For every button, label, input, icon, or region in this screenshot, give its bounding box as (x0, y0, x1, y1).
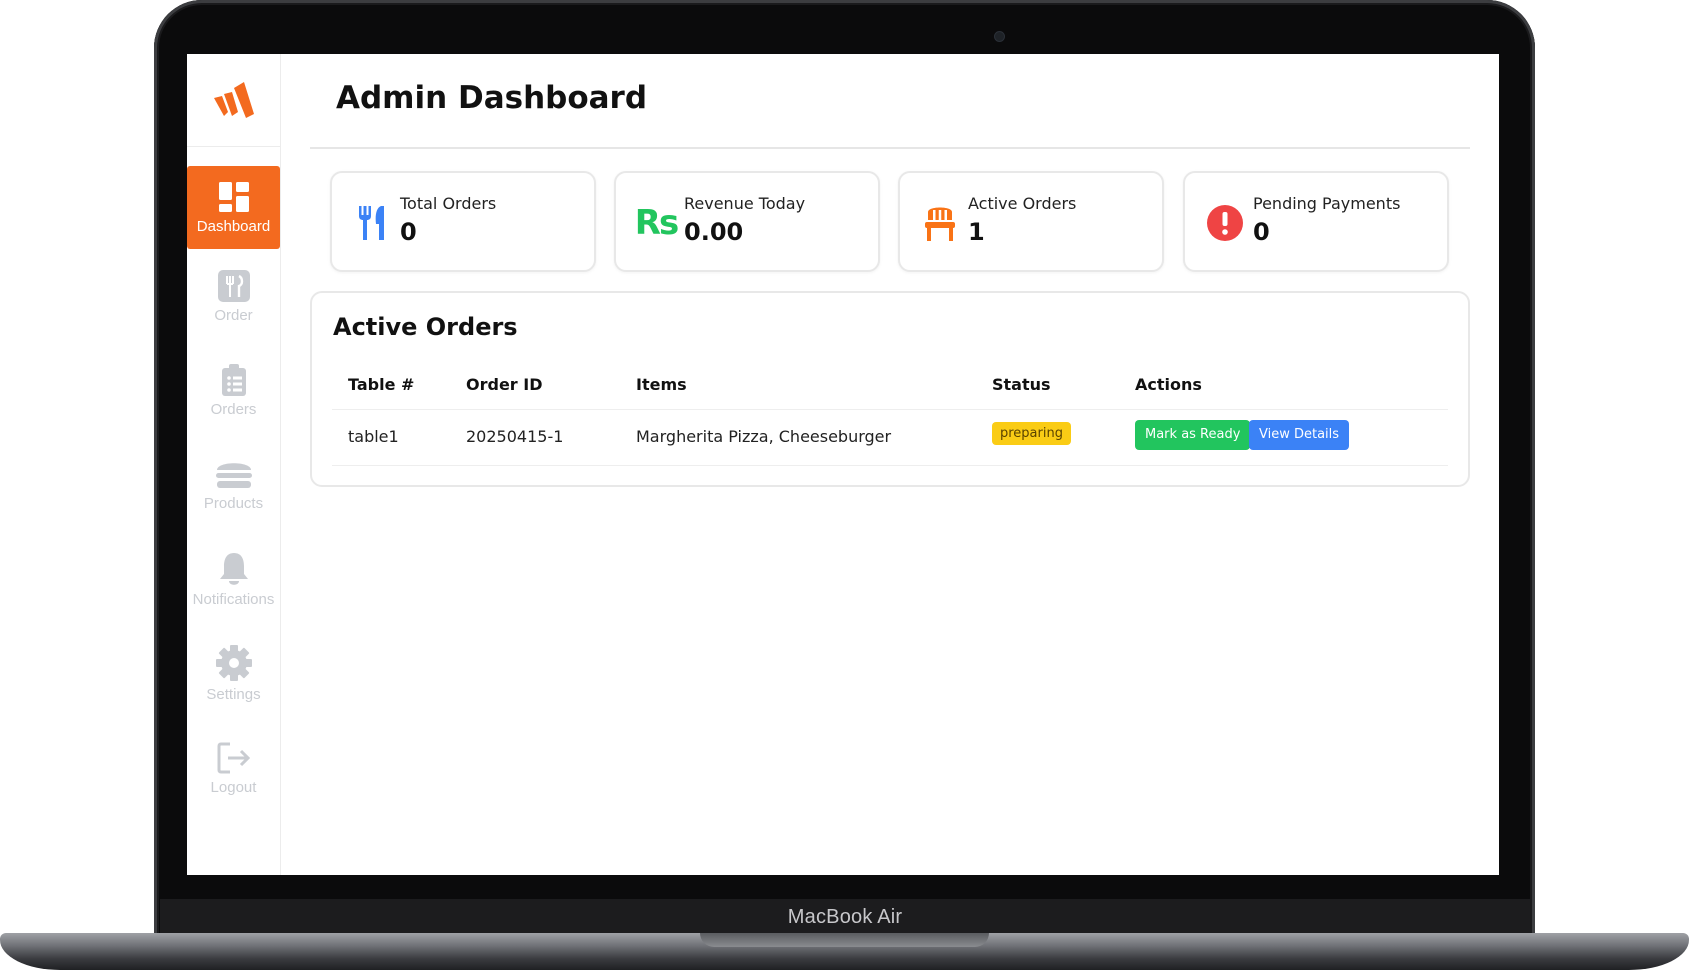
column-header-table: Table # (348, 375, 415, 394)
sidebar-item-label: Orders (210, 401, 257, 418)
fork-knife-icon (352, 203, 392, 243)
stat-card-active-orders: Active Orders 1 (898, 171, 1164, 272)
sidebar-item-label: Settings (206, 686, 261, 703)
sidebar: Dashboard Order Orders Products Notifica… (187, 54, 281, 875)
chair-icon (920, 203, 960, 243)
stat-label: Total Orders (400, 194, 497, 213)
sidebar-item-products[interactable]: Products (187, 443, 280, 526)
cell-order-id: 20250415-1 (466, 427, 564, 446)
dashboard-grid-icon (218, 182, 249, 212)
device-brand-label: MacBook Air (787, 905, 903, 928)
sidebar-item-order[interactable]: Order (187, 255, 280, 338)
panel-title: Active Orders (333, 313, 518, 341)
sidebar-item-label: Logout (210, 779, 257, 796)
sidebar-item-dashboard[interactable]: Dashboard (187, 166, 280, 249)
camera-icon (994, 31, 1005, 42)
laptop-notch (700, 933, 989, 947)
stat-label: Revenue Today (684, 194, 806, 213)
burger-icon (215, 463, 252, 488)
rupee-icon-text: Rs (634, 203, 679, 243)
stat-label: Pending Payments (1253, 194, 1401, 213)
column-header-actions: Actions (1135, 375, 1202, 394)
sidebar-item-label: Products (203, 495, 264, 512)
main-content: Admin Dashboard Total Orders 0 Rs Revenu… (280, 54, 1499, 875)
sidebar-item-orders[interactable]: Orders (187, 349, 280, 432)
sidebar-item-label: Notifications (192, 591, 275, 608)
page-title: Admin Dashboard (336, 80, 648, 116)
cell-table: table1 (348, 427, 399, 446)
stat-value: 0.00 (684, 218, 744, 246)
logout-icon (217, 742, 250, 774)
column-header-status: Status (992, 375, 1051, 394)
laptop-chin: MacBook Air (160, 899, 1530, 935)
status-badge: preparing (992, 422, 1071, 445)
header-divider (332, 409, 1448, 410)
stat-value: 0 (1253, 218, 1270, 246)
exclamation-circle-icon (1205, 203, 1245, 243)
stat-card-revenue-today: Rs Revenue Today 0.00 (614, 171, 880, 272)
sidebar-item-notifications[interactable]: Notifications (187, 538, 280, 621)
stat-card-total-orders: Total Orders 0 (330, 171, 596, 272)
rupee-icon: Rs (634, 203, 679, 243)
brand-logo-icon (213, 82, 254, 118)
stat-label: Active Orders (968, 194, 1077, 213)
row-divider (332, 465, 1448, 466)
column-header-items: Items (636, 375, 687, 394)
active-orders-panel: Active Orders Table # Order ID Items Sta… (310, 291, 1470, 487)
utensils-icon (217, 270, 250, 302)
sidebar-item-settings[interactable]: Settings (187, 632, 280, 715)
column-header-order-id: Order ID (466, 375, 543, 394)
stat-value: 1 (968, 218, 985, 246)
stat-card-pending-payments: Pending Payments 0 (1183, 171, 1449, 272)
app-screen: Dashboard Order Orders Products Notifica… (187, 54, 1499, 875)
clipboard-list-icon (221, 364, 246, 396)
view-details-button[interactable]: View Details (1249, 420, 1350, 450)
mark-as-ready-button[interactable]: Mark as Ready (1135, 420, 1251, 450)
sidebar-item-label: Order (214, 307, 253, 324)
cell-items: Margherita Pizza, Cheeseburger (636, 427, 892, 446)
sidebar-item-label: Dashboard (196, 218, 271, 235)
sidebar-item-logout[interactable]: Logout (187, 727, 280, 810)
logo[interactable] (187, 54, 280, 147)
title-divider (310, 147, 1470, 149)
stat-value: 0 (400, 218, 417, 246)
gear-icon (215, 645, 252, 681)
bell-icon (219, 553, 248, 585)
